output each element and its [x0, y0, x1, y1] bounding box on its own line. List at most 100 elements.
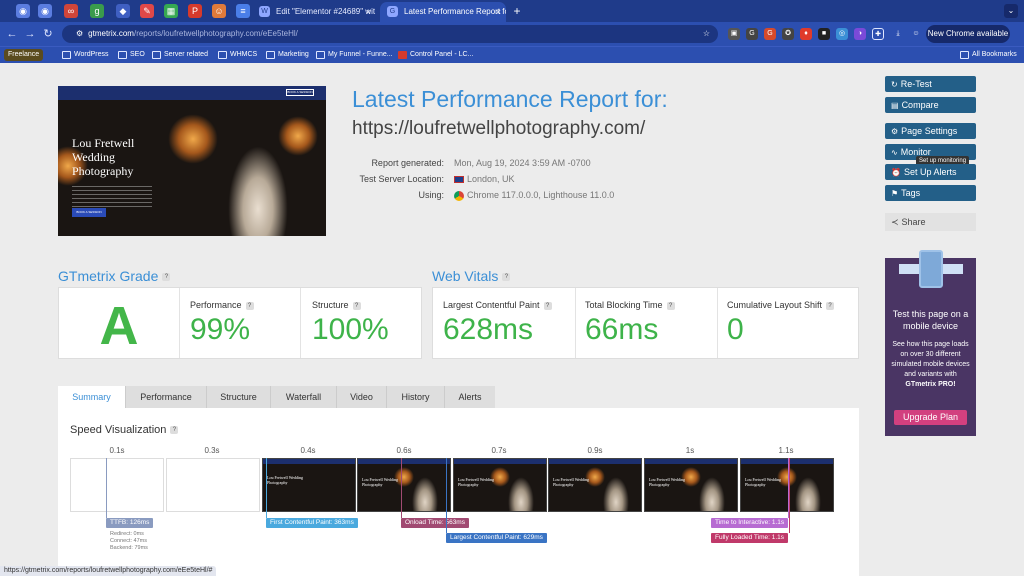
pinned-tab-icon[interactable]: ✎ — [140, 4, 154, 18]
site-book-button: BOOK A SESSION — [286, 89, 314, 96]
site-nav — [454, 459, 546, 464]
tab-structure[interactable]: Structure — [207, 386, 271, 408]
pinned-tab-icon[interactable]: ◉ — [16, 4, 30, 18]
browser-tab-strip: ◉ ◉ ∞ g ◆ ✎ ▦ P ☺ ≡ W Edit "Elementor #2… — [0, 0, 1024, 22]
bride-figure — [699, 477, 725, 511]
close-icon[interactable]: × — [366, 2, 371, 22]
filmstrip-frame[interactable]: Lou Fretwell Wedding Photography — [644, 458, 738, 512]
folder-icon — [316, 51, 325, 59]
fully-loaded-label: Fully Loaded Time: 1.1s — [711, 533, 789, 543]
bookmark-folder[interactable]: WordPress — [62, 49, 109, 61]
bookmark-star-icon[interactable]: ☆ — [703, 25, 710, 43]
using-value: Chrome 117.0.0.0, Lighthouse 11.0.0 — [454, 190, 614, 201]
timeline-tick: 1.1s — [778, 446, 794, 455]
tab-history[interactable]: History — [387, 386, 445, 408]
help-icon[interactable]: ? — [170, 426, 179, 435]
filmstrip-frame[interactable]: Lou Fretwell Wedding Photography — [740, 458, 834, 512]
page-settings-button[interactable]: ⚙ Page Settings — [885, 123, 976, 139]
tab-alerts[interactable]: Alerts — [445, 386, 495, 408]
extension-icon[interactable]: ▣ — [728, 28, 740, 40]
site-nav — [549, 459, 641, 464]
control-panel-icon — [398, 51, 407, 59]
extension-icon[interactable]: ■ — [818, 28, 830, 40]
bookmark-link[interactable]: Control Panel - LC... — [398, 49, 473, 61]
set-up-alerts-button[interactable]: ⏰ Set Up Alerts — [885, 164, 976, 180]
gear-icon: ⚙ — [891, 127, 899, 136]
pinned-tab-icon[interactable]: ☺ — [212, 4, 226, 18]
help-icon[interactable]: ? — [502, 273, 511, 282]
pinned-tab-icon[interactable]: P — [188, 4, 202, 18]
help-icon[interactable]: ? — [162, 273, 171, 282]
lamp-glow — [168, 114, 218, 164]
extension-icon[interactable]: G — [764, 28, 776, 40]
extensions-puzzle-icon[interactable]: ✚ — [872, 28, 884, 40]
mobile-promo-panel: Test this page on a mobile device See ho… — [885, 250, 976, 436]
bookmark-folder[interactable]: SEO — [118, 49, 145, 61]
pinned-tab-icon[interactable]: ▦ — [164, 4, 178, 18]
tab-video[interactable]: Video — [337, 386, 387, 408]
upgrade-plan-button[interactable]: Upgrade Plan — [894, 410, 967, 425]
filmstrip-frame[interactable] — [70, 458, 164, 512]
tab-search-icon[interactable]: ⌄ — [1004, 4, 1018, 18]
new-tab-icon[interactable]: + — [510, 4, 524, 18]
cls-value: 0 — [727, 313, 744, 346]
help-icon[interactable]: ? — [666, 301, 675, 310]
extension-icon[interactable]: ♦ — [800, 28, 812, 40]
close-icon[interactable]: × — [496, 2, 501, 22]
filmstrip-frame[interactable]: Lou Fretwell Wedding Photography — [357, 458, 451, 512]
promo-title: Test this page on a mobile device — [892, 309, 969, 331]
site-cta: BOOK A SESSION — [72, 208, 106, 217]
forward-icon[interactable]: → — [22, 26, 38, 42]
retest-button[interactable]: ↻ Re-Test — [885, 76, 976, 92]
share-button[interactable]: ≺ Share — [885, 213, 976, 231]
bookmark-folder[interactable]: WHMCS — [218, 49, 257, 61]
filmstrip-frame[interactable] — [166, 458, 260, 512]
bride-figure — [508, 477, 534, 511]
tab-waterfall[interactable]: Waterfall — [271, 386, 337, 408]
timeline-tick: 0.4s — [300, 446, 316, 455]
back-icon[interactable]: ← — [4, 26, 20, 42]
site-info-icon[interactable]: ⚙ — [76, 29, 83, 38]
bookmark-folder[interactable]: My Funnel - Funne... — [316, 49, 393, 61]
help-icon[interactable]: ? — [245, 301, 254, 310]
tab-elementor[interactable]: W Edit "Elementor #24689" wit × — [252, 2, 376, 22]
profile-icon[interactable]: ☺ — [910, 28, 922, 40]
pinned-tab-icon[interactable]: ∞ — [64, 4, 78, 18]
folder-icon — [218, 51, 227, 59]
filmstrip-frame[interactable]: Lou Fretwell Wedding Photography — [262, 458, 356, 512]
bookmark-freelance[interactable]: Freelance — [4, 49, 44, 61]
extension-icon[interactable]: ◎ — [836, 28, 848, 40]
filmstrip-frame[interactable]: Lou Fretwell Wedding Photography — [548, 458, 642, 512]
ttfb-label: TTFB: 126ms — [106, 518, 154, 528]
bookmark-folder[interactable]: Server related — [152, 49, 208, 61]
reload-icon[interactable]: ↻ — [40, 26, 56, 42]
onload-label: Onload Time: 563ms — [401, 518, 469, 528]
filmstrip-frame[interactable]: Lou Fretwell Wedding Photography — [453, 458, 547, 512]
tags-button[interactable]: ⚑ Tags — [885, 185, 976, 201]
site-nav — [741, 459, 833, 464]
pinned-tab-icon[interactable]: ◉ — [38, 4, 52, 18]
tab-performance[interactable]: Performance — [126, 386, 207, 408]
compare-button[interactable]: ▤ Compare — [885, 97, 976, 113]
extension-icon[interactable]: G — [746, 28, 758, 40]
pinned-tab-icon[interactable]: ◆ — [116, 4, 130, 18]
bookmark-folder[interactable]: Marketing — [266, 49, 309, 61]
extension-icon[interactable]: ✪ — [782, 28, 794, 40]
address-bar[interactable]: ⚙ gtmetrix.com/reports/loufretwellphotogr… — [62, 25, 718, 43]
all-bookmarks[interactable]: All Bookmarks — [960, 49, 1017, 61]
extension-icon[interactable]: ◑ — [854, 28, 866, 40]
tab-summary[interactable]: Summary — [58, 386, 126, 408]
generated-label: Report generated: — [371, 158, 444, 168]
compare-icon: ▤ — [891, 101, 899, 110]
server-location-label: Test Server Location: — [359, 174, 444, 184]
pinned-tab-icon[interactable]: ≡ — [236, 4, 250, 18]
new-chrome-available-button[interactable]: New Chrome available ⋮ — [926, 25, 1010, 56]
help-icon[interactable]: ? — [826, 301, 835, 310]
download-icon[interactable]: ⤓ — [892, 28, 904, 40]
timeline-tick: 0.1s — [109, 446, 125, 455]
speed-visualization-heading: Speed Visualization? — [70, 424, 179, 436]
tab-gtmetrix-report[interactable]: G Latest Performance Report fo × — [380, 2, 506, 22]
help-icon[interactable]: ? — [352, 301, 361, 310]
help-icon[interactable]: ? — [543, 301, 552, 310]
pinned-tab-icon[interactable]: g — [90, 4, 104, 18]
